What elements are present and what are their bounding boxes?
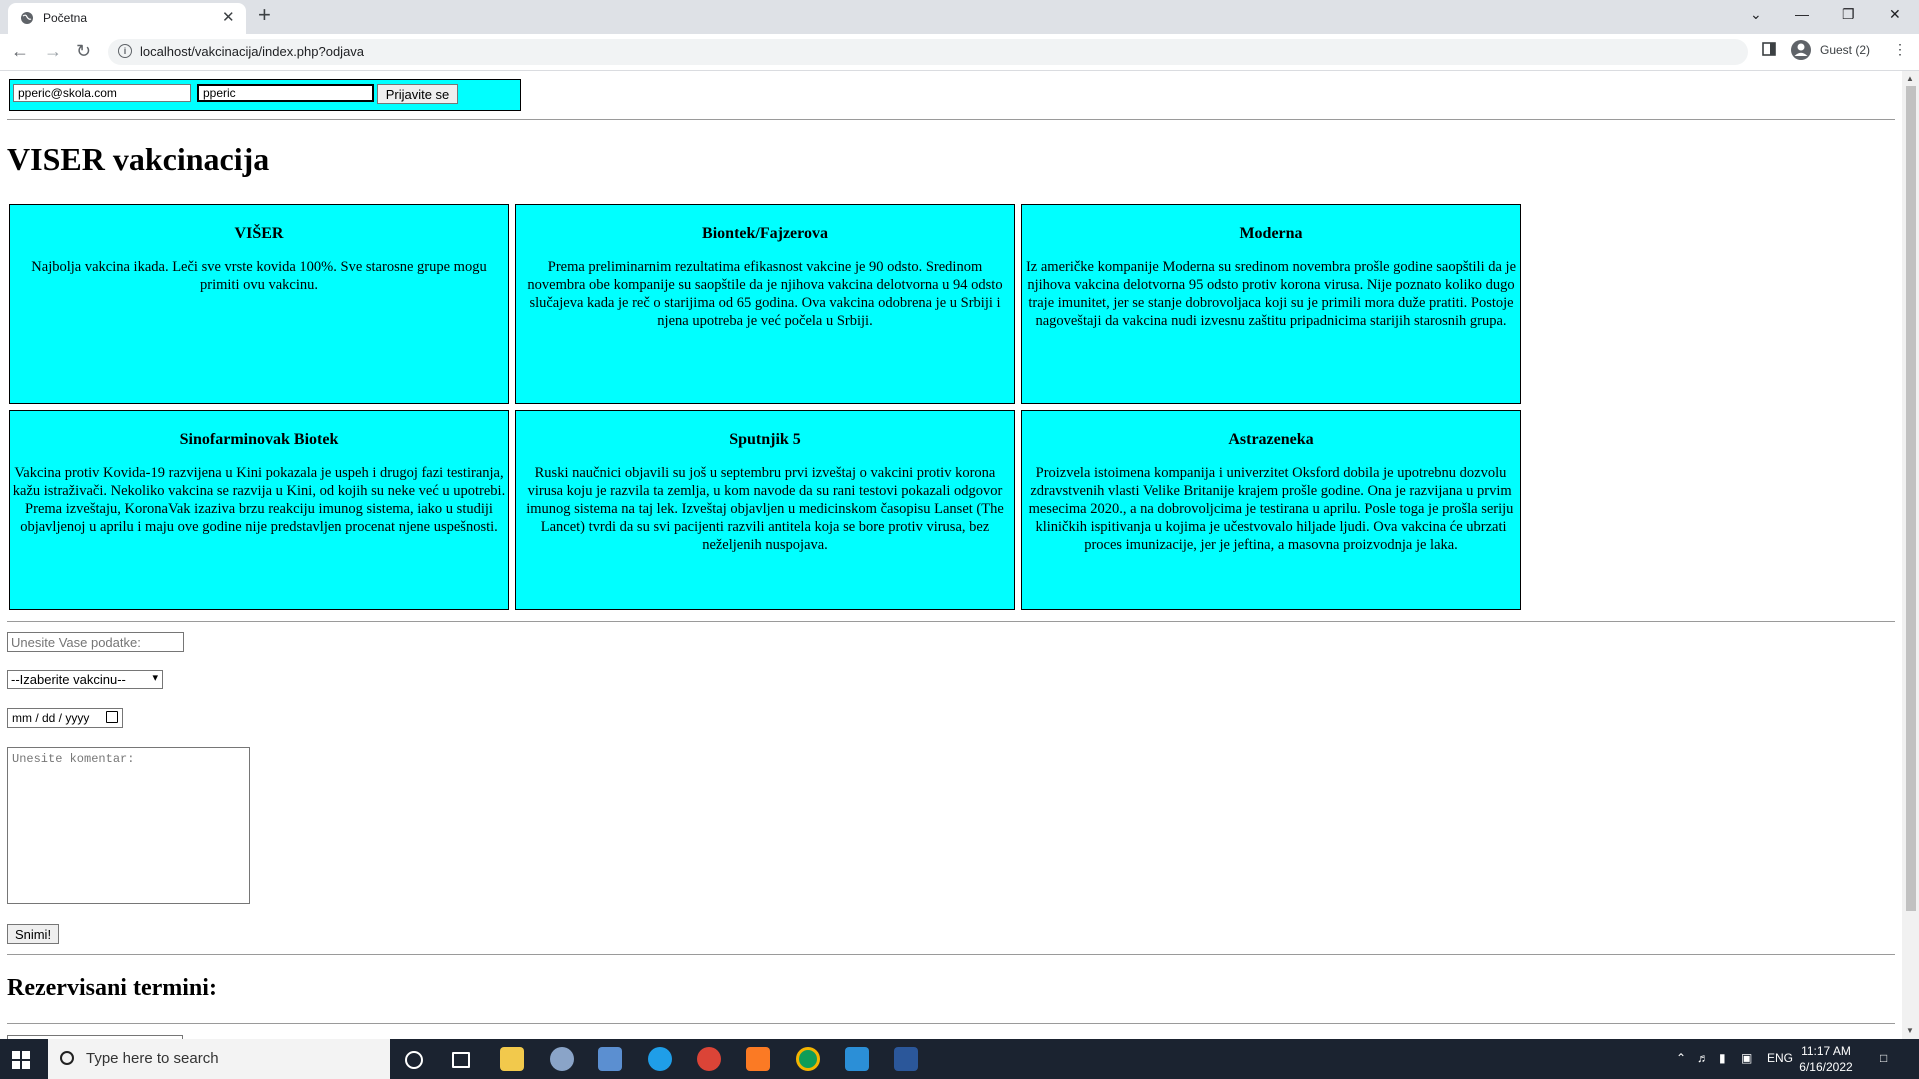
vaccine-description: Iz američke kompanije Moderna su sredino… [1025,259,1517,329]
page-title: VISER vakcinacija [7,141,270,177]
tab-title: Početna [43,11,88,25]
comment-textarea[interactable]: Unesite komentar: [7,747,250,904]
tab-strip: Početna ✕ + ⌄ — ❐ ✕ [0,0,1919,34]
vaccine-name: Sinofarminovak Biotek [179,431,339,448]
vaccine-select[interactable]: --Izaberite vakcinu-- ▾ [7,670,163,689]
forward-icon[interactable]: → [44,41,62,61]
browser-toolbar: ← → ↻ i localhost/vakcinacija/index.php?… [0,34,1919,71]
date-placeholder: mm / dd / yyyy [12,711,90,725]
vaccine-card: Moderna Iz američke kompanije Moderna su… [1021,204,1521,404]
taskbar-clock[interactable]: 11:17 AM 6/16/2022 [1790,1043,1862,1075]
vaccine-card: VIŠER Najbolja vakcina ikada. Leči sve v… [9,204,509,404]
vaccine-card: Sinofarminovak Biotek Vakcina protiv Kov… [9,410,509,610]
info-icon[interactable]: i [118,44,132,58]
close-window-button[interactable]: ✕ [1889,3,1901,25]
vaccine-card: Biontek/Fajzerova Prema preliminarnim re… [515,204,1015,404]
vaccine-name: VIŠER [234,225,284,242]
taskbar-search-placeholder: Type here to search [86,1050,219,1067]
login-button[interactable]: Prijavite se [377,84,458,104]
email-field[interactable] [13,84,191,102]
word-icon[interactable] [894,1047,918,1071]
volume-icon[interactable]: ♬ [1697,1051,1709,1065]
tab-search-icon[interactable]: ⌄ [1750,3,1762,25]
back-icon[interactable]: ← [11,41,29,61]
page-scrollbar[interactable]: ▲ ▼ [1902,71,1919,1039]
vaccine-description: Ruski naučnici objavili su još u septemb… [526,465,1004,553]
profile-label[interactable]: Guest (2) [1820,43,1870,57]
app-icon[interactable] [550,1047,574,1071]
vaccine-description: Vakcina protiv Kovida-19 razvijena u Kin… [12,465,506,535]
save-button[interactable]: Snimi! [7,924,59,944]
minimize-button[interactable]: — [1795,3,1809,25]
menu-kebab-icon[interactable]: ⋮ [1893,41,1907,58]
divider [7,119,1895,120]
globe-icon [21,12,33,24]
cortana-icon[interactable] [405,1051,423,1069]
xampp-icon[interactable] [746,1047,770,1071]
page-content: Prijavite se VISER vakcinacija VIŠER Naj… [0,71,1902,1039]
restore-button[interactable]: ❐ [1842,3,1855,25]
close-tab-icon[interactable]: ✕ [222,10,235,25]
notifications-icon[interactable]: □ [1880,1051,1887,1065]
windows-start-icon[interactable] [12,1051,30,1069]
vaccine-name: Moderna [1239,225,1303,242]
scroll-thumb[interactable] [1906,86,1916,911]
network-icon[interactable]: ▣ [1741,1051,1752,1065]
vaccine-name: Sputnjik 5 [729,431,801,448]
vaccine-name: Biontek/Fajzerova [702,225,828,242]
taskbar-search[interactable]: Type here to search [48,1039,390,1079]
vaccine-card: Sputnjik 5 Ruski naučnici objavili su jo… [515,410,1015,610]
reload-icon[interactable]: ↻ [76,41,91,61]
vaccine-card: Astrazeneka Proizvela istoimena kompanij… [1021,410,1521,610]
calendar-icon[interactable] [106,711,118,723]
chrome-active-icon[interactable] [796,1047,820,1071]
chrome-icon[interactable] [697,1047,721,1071]
edge-icon[interactable] [648,1047,672,1071]
clock-date: 6/16/2022 [1799,1060,1853,1074]
divider [7,1023,1895,1024]
clock-time: 11:17 AM [1801,1044,1851,1058]
date-input[interactable]: mm / dd / yyyy [7,708,123,728]
address-bar[interactable]: i localhost/vakcinacija/index.php?odjava [108,39,1748,65]
notes-app-icon[interactable] [598,1047,622,1071]
battery-icon[interactable]: ▮ [1719,1051,1726,1065]
divider [7,954,1895,955]
profile-avatar-icon[interactable] [1790,39,1812,64]
vaccine-select-value: --Izaberite vakcinu-- [11,672,126,687]
new-tab-button[interactable]: + [258,4,271,26]
divider [7,621,1895,622]
vaccine-description: Najbolja vakcina ikada. Leči sve vrste k… [31,259,487,293]
windows-taskbar: Type here to search ⌃ ♬ ▮ ▣ ENG 11:17 AM… [0,1039,1919,1079]
file-explorer-icon[interactable] [500,1047,524,1071]
tray-chevron-up-icon[interactable]: ⌃ [1676,1051,1686,1065]
chevron-down-icon: ▾ [152,672,158,684]
user-data-input[interactable] [7,632,184,652]
vscode-icon[interactable] [845,1047,869,1071]
password-field[interactable] [197,84,374,102]
address-url[interactable]: localhost/vakcinacija/index.php?odjava [140,44,364,59]
vaccine-description: Proizvela istoimena kompanija i univerzi… [1028,465,1514,553]
search-icon [60,1051,74,1065]
reserved-section-title: Rezervisani termini: [7,975,217,1001]
comment-placeholder: Unesite komentar: [12,752,135,766]
browser-tab[interactable]: Početna ✕ [8,3,246,34]
vaccine-name: Astrazeneka [1228,431,1314,448]
login-form: Prijavite se [9,79,521,111]
scroll-up-icon[interactable]: ▲ [1906,74,1914,83]
task-view-icon[interactable] [452,1052,470,1068]
scroll-down-icon[interactable]: ▼ [1906,1026,1914,1035]
side-panel-icon[interactable] [1762,42,1776,59]
vaccine-description: Prema preliminarnim rezultatima efikasno… [527,259,1003,329]
